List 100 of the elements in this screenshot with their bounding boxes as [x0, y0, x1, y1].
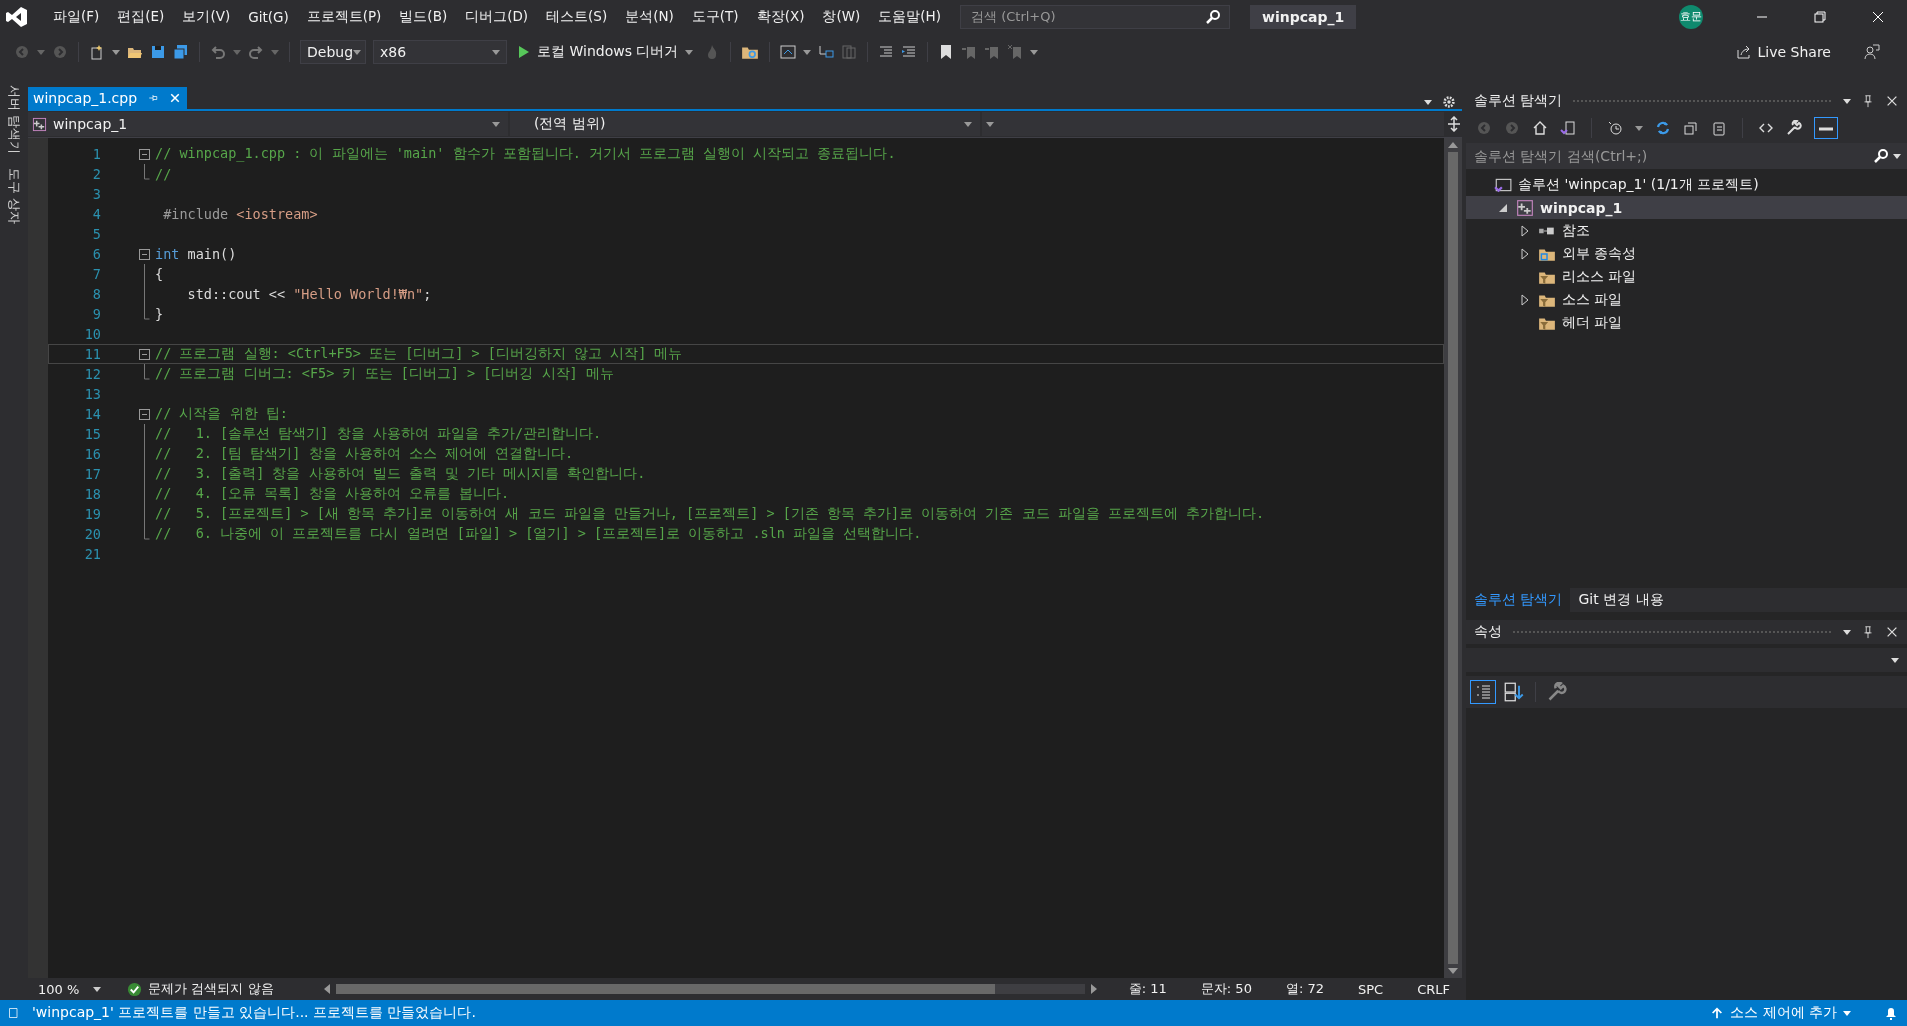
redo-icon[interactable]: [248, 44, 264, 60]
expand-arrow-icon[interactable]: [1520, 293, 1530, 306]
tree-item[interactable]: 리소스 파일: [1466, 265, 1907, 288]
menu-item[interactable]: Git(G): [239, 4, 298, 29]
avatar[interactable]: 효문: [1679, 4, 1703, 29]
scroll-up-icon[interactable]: [1448, 142, 1458, 148]
panel-tab[interactable]: 솔루션 탐색기: [1466, 588, 1571, 612]
search-input[interactable]: 솔루션 탐색기 검색(Ctrl+;): [1472, 147, 1776, 165]
zoom-dropdown[interactable]: 100 %: [32, 981, 108, 997]
side-tab[interactable]: 도구 상자: [5, 168, 23, 225]
project-dropdown[interactable]: winpcap_1: [28, 112, 508, 136]
tree-item[interactable]: 외부 종속성: [1466, 242, 1907, 265]
caret-icon[interactable]: [1635, 125, 1643, 131]
caret-icon[interactable]: [964, 121, 972, 127]
pin-icon[interactable]: [147, 92, 160, 104]
browser-icon[interactable]: [780, 44, 797, 60]
gear-icon[interactable]: [1442, 95, 1456, 109]
new-item-icon[interactable]: [89, 44, 105, 60]
menu-item[interactable]: 창(W): [813, 3, 870, 30]
menu-item[interactable]: 도구(T): [682, 3, 748, 30]
menu-item[interactable]: 분석(N): [616, 3, 683, 30]
configuration-dropdown[interactable]: Debug: [300, 40, 366, 64]
history-icon[interactable]: [1607, 120, 1623, 136]
tree-item[interactable]: 솔루션 'winpcap_1' (1/1개 프로젝트): [1466, 173, 1907, 196]
scrollbar[interactable]: [1444, 138, 1462, 978]
sync-icon[interactable]: [1655, 120, 1671, 136]
caret-icon[interactable]: [1843, 629, 1851, 635]
live-share-button[interactable]: Live Share: [1729, 43, 1837, 61]
caret-icon[interactable]: [1893, 153, 1901, 159]
tree-item[interactable]: 소스 파일: [1466, 288, 1907, 311]
undo-icon[interactable]: [210, 44, 226, 60]
tree-item[interactable]: 참조: [1466, 219, 1907, 242]
caret-icon[interactable]: [685, 49, 694, 55]
copy-icon[interactable]: [1711, 120, 1727, 136]
close-icon[interactable]: [1885, 94, 1899, 108]
switch-views-icon[interactable]: [1560, 120, 1576, 136]
step-icon[interactable]: [818, 44, 835, 60]
caret-icon[interactable]: [1891, 657, 1899, 663]
cursor-position[interactable]: CRLF: [1417, 981, 1450, 997]
collapse-all-icon[interactable]: [1683, 120, 1699, 136]
menu-item[interactable]: 편집(E): [108, 3, 174, 30]
cursor-position[interactable]: SPC: [1358, 981, 1384, 997]
cursor-position[interactable]: 문자: 50: [1200, 980, 1252, 998]
caret-icon[interactable]: [93, 986, 102, 992]
side-tab[interactable]: 서버 탐색기: [5, 85, 23, 155]
menu-item[interactable]: 도움말(H): [869, 3, 950, 30]
cursor-position[interactable]: 열: 72: [1285, 980, 1324, 998]
bookmark-clear-icon[interactable]: [1007, 44, 1024, 60]
menu-item[interactable]: 확장(X): [747, 3, 814, 30]
search-input[interactable]: 검색 (Ctrl+Q): [969, 8, 1173, 25]
caret-icon[interactable]: [492, 121, 500, 127]
expand-arrow-icon[interactable]: [1498, 202, 1508, 213]
menu-item[interactable]: 프로젝트(P): [297, 3, 391, 30]
document-tab[interactable]: winpcap_1.cpp: [28, 87, 188, 109]
search-icon[interactable]: [1205, 8, 1221, 25]
tree-item[interactable]: winpcap_1: [1466, 196, 1907, 219]
menu-item[interactable]: 파일(F): [44, 3, 109, 30]
menu-item[interactable]: 디버그(D): [456, 3, 538, 30]
indent-icon[interactable]: [878, 44, 895, 60]
caret-icon[interactable]: [492, 49, 500, 55]
caret-icon[interactable]: [112, 49, 120, 55]
scroll-down-icon[interactable]: [1448, 968, 1458, 974]
platform-dropdown[interactable]: x86: [373, 40, 507, 64]
save-all-icon[interactable]: [173, 44, 189, 60]
cursor-position[interactable]: 줄: 11: [1128, 980, 1167, 998]
search-field[interactable]: 검색 (Ctrl+Q): [960, 4, 1230, 29]
expand-arrow-icon[interactable]: [1520, 247, 1530, 260]
caret-icon[interactable]: [1843, 1010, 1851, 1016]
menu-item[interactable]: 테스트(S): [537, 3, 617, 30]
alphabetical-icon[interactable]: [1504, 682, 1524, 702]
outdent-icon[interactable]: [901, 44, 918, 60]
bookmark-prev-icon[interactable]: [961, 44, 978, 60]
close-icon[interactable]: [1885, 625, 1899, 639]
search-icon[interactable]: [1873, 148, 1889, 164]
caret-icon[interactable]: [986, 121, 994, 127]
caret-icon[interactable]: [1843, 98, 1851, 104]
home-icon[interactable]: [1532, 120, 1548, 136]
menu-item[interactable]: 보기(V): [173, 3, 240, 30]
bookmark-next-icon[interactable]: [984, 44, 1001, 60]
source-control-button[interactable]: 소스 제어에 추가: [1710, 1004, 1851, 1022]
expand-arrow-icon[interactable]: [1520, 224, 1530, 237]
scroll-right-icon[interactable]: [1090, 984, 1097, 994]
horizontal-scrollbar[interactable]: [323, 982, 1097, 996]
scope-dropdown[interactable]: (전역 범위): [510, 112, 980, 136]
search-field[interactable]: 솔루션 탐색기 검색(Ctrl+;): [1466, 143, 1907, 169]
save-icon[interactable]: [150, 44, 166, 60]
caret-icon[interactable]: [1030, 49, 1039, 55]
issues-status[interactable]: 문제가 검색되지 않음: [148, 980, 274, 998]
caret-icon[interactable]: [1424, 99, 1432, 105]
caret-icon[interactable]: [803, 49, 812, 55]
scroll-left-icon[interactable]: [323, 984, 330, 994]
run-button[interactable]: 로컬 Windows 디버거: [514, 41, 698, 63]
categorized-icon[interactable]: [1470, 680, 1496, 704]
split-icon[interactable]: [1446, 116, 1462, 132]
restore-icon[interactable]: [1812, 8, 1828, 25]
tree-item[interactable]: 헤더 파일: [1466, 311, 1907, 334]
caret-icon[interactable]: [353, 49, 362, 55]
preview-toggle-icon[interactable]: [1814, 117, 1838, 139]
menu-item[interactable]: 빌드(B): [390, 3, 457, 30]
feedback-icon[interactable]: [1864, 44, 1880, 60]
